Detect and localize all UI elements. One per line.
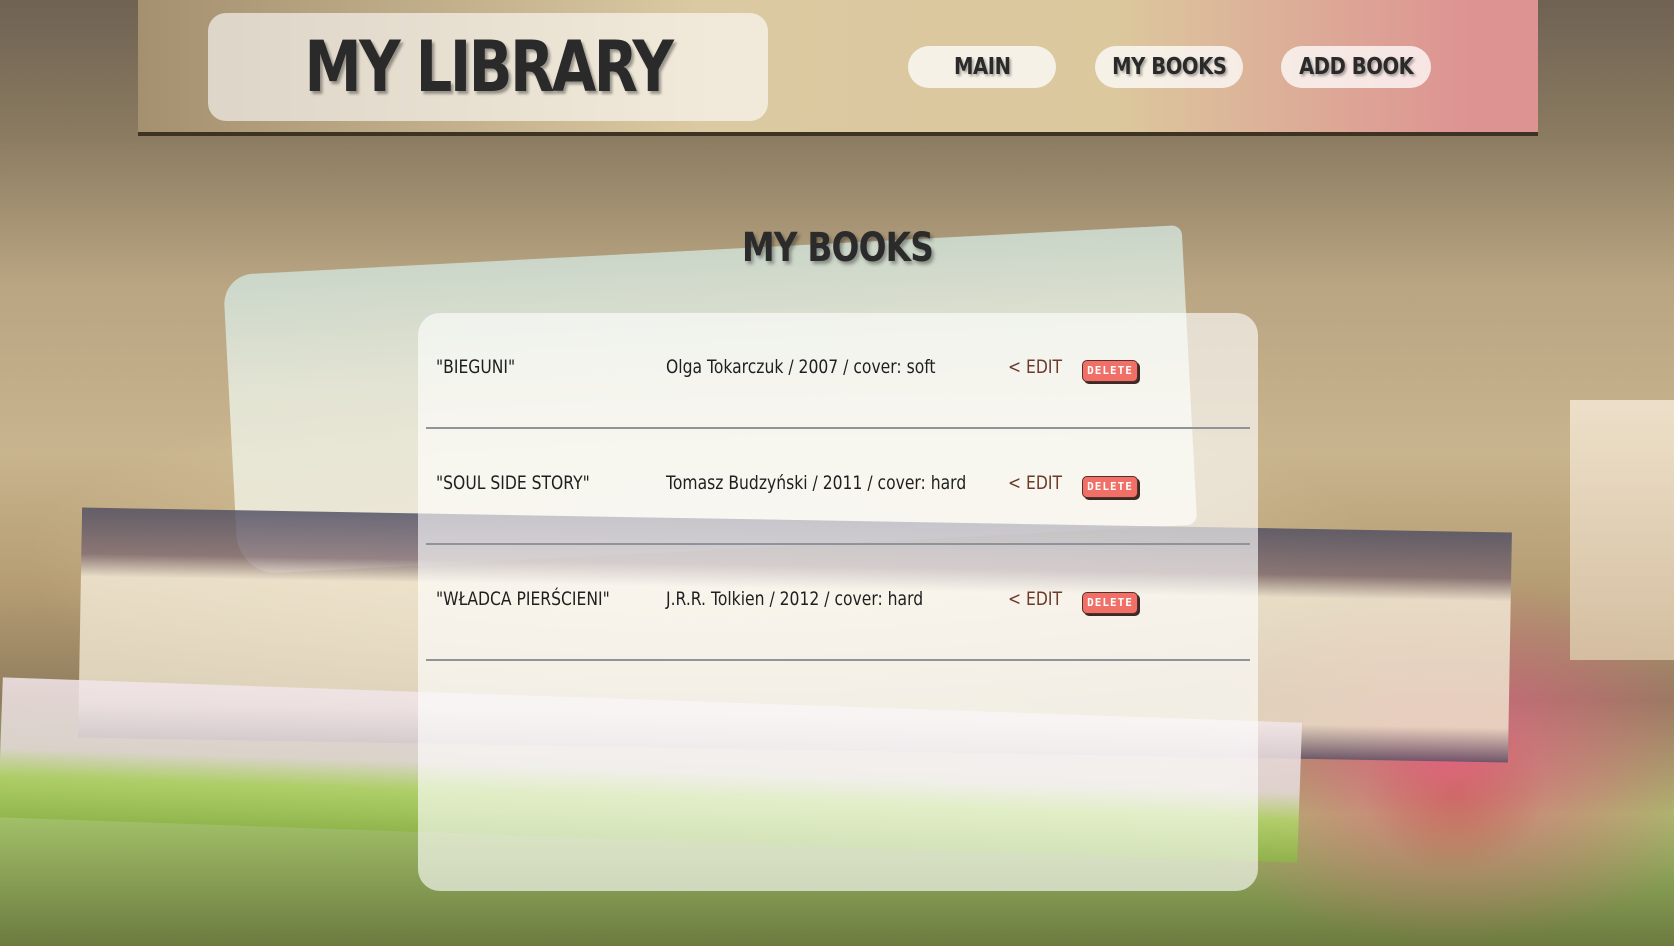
site-header: MY LIBRARY MAIN MY BOOKS ADD BOOK	[138, 0, 1538, 136]
book-title: "BIEGUNI"	[436, 356, 516, 378]
book-list-panel: "BIEGUNI" Olga Tokarczuk / 2007 / cover:…	[418, 313, 1258, 891]
nav-main-label: MAIN	[953, 54, 1011, 80]
edit-link[interactable]: < EDIT	[1008, 588, 1062, 610]
book-details: Olga Tokarczuk / 2007 / cover: soft	[666, 356, 936, 378]
logo-box: MY LIBRARY	[208, 13, 768, 121]
book-row: "BIEGUNI" Olga Tokarczuk / 2007 / cover:…	[426, 313, 1250, 429]
background-book-side	[1570, 400, 1674, 660]
nav-my-books-label: MY BOOKS	[1111, 54, 1227, 80]
page-title-text: MY BOOKS	[741, 224, 933, 271]
nav-add-book-label: ADD BOOK	[1298, 54, 1414, 80]
book-row: "SOUL SIDE STORY" Tomasz Budzyński / 201…	[426, 429, 1250, 545]
nav-add-book-button[interactable]: ADD BOOK	[1281, 46, 1431, 88]
edit-link[interactable]: < EDIT	[1008, 472, 1062, 494]
nav-main-button[interactable]: MAIN	[908, 46, 1056, 88]
site-logo: MY LIBRARY	[304, 26, 673, 108]
page-title: MY BOOKS	[0, 225, 1674, 271]
book-details: Tomasz Budzyński / 2011 / cover: hard	[666, 472, 967, 494]
book-details: J.R.R. Tolkien / 2012 / cover: hard	[666, 588, 924, 610]
delete-button[interactable]: DELETE	[1082, 360, 1138, 382]
nav-my-books-button[interactable]: MY BOOKS	[1095, 46, 1243, 88]
delete-button[interactable]: DELETE	[1082, 476, 1138, 498]
book-title: "WŁADCA PIERŚCIENI"	[436, 588, 610, 610]
delete-button[interactable]: DELETE	[1082, 592, 1138, 614]
book-row: "WŁADCA PIERŚCIENI" J.R.R. Tolkien / 201…	[426, 545, 1250, 661]
edit-link[interactable]: < EDIT	[1008, 356, 1062, 378]
book-title: "SOUL SIDE STORY"	[436, 472, 590, 494]
